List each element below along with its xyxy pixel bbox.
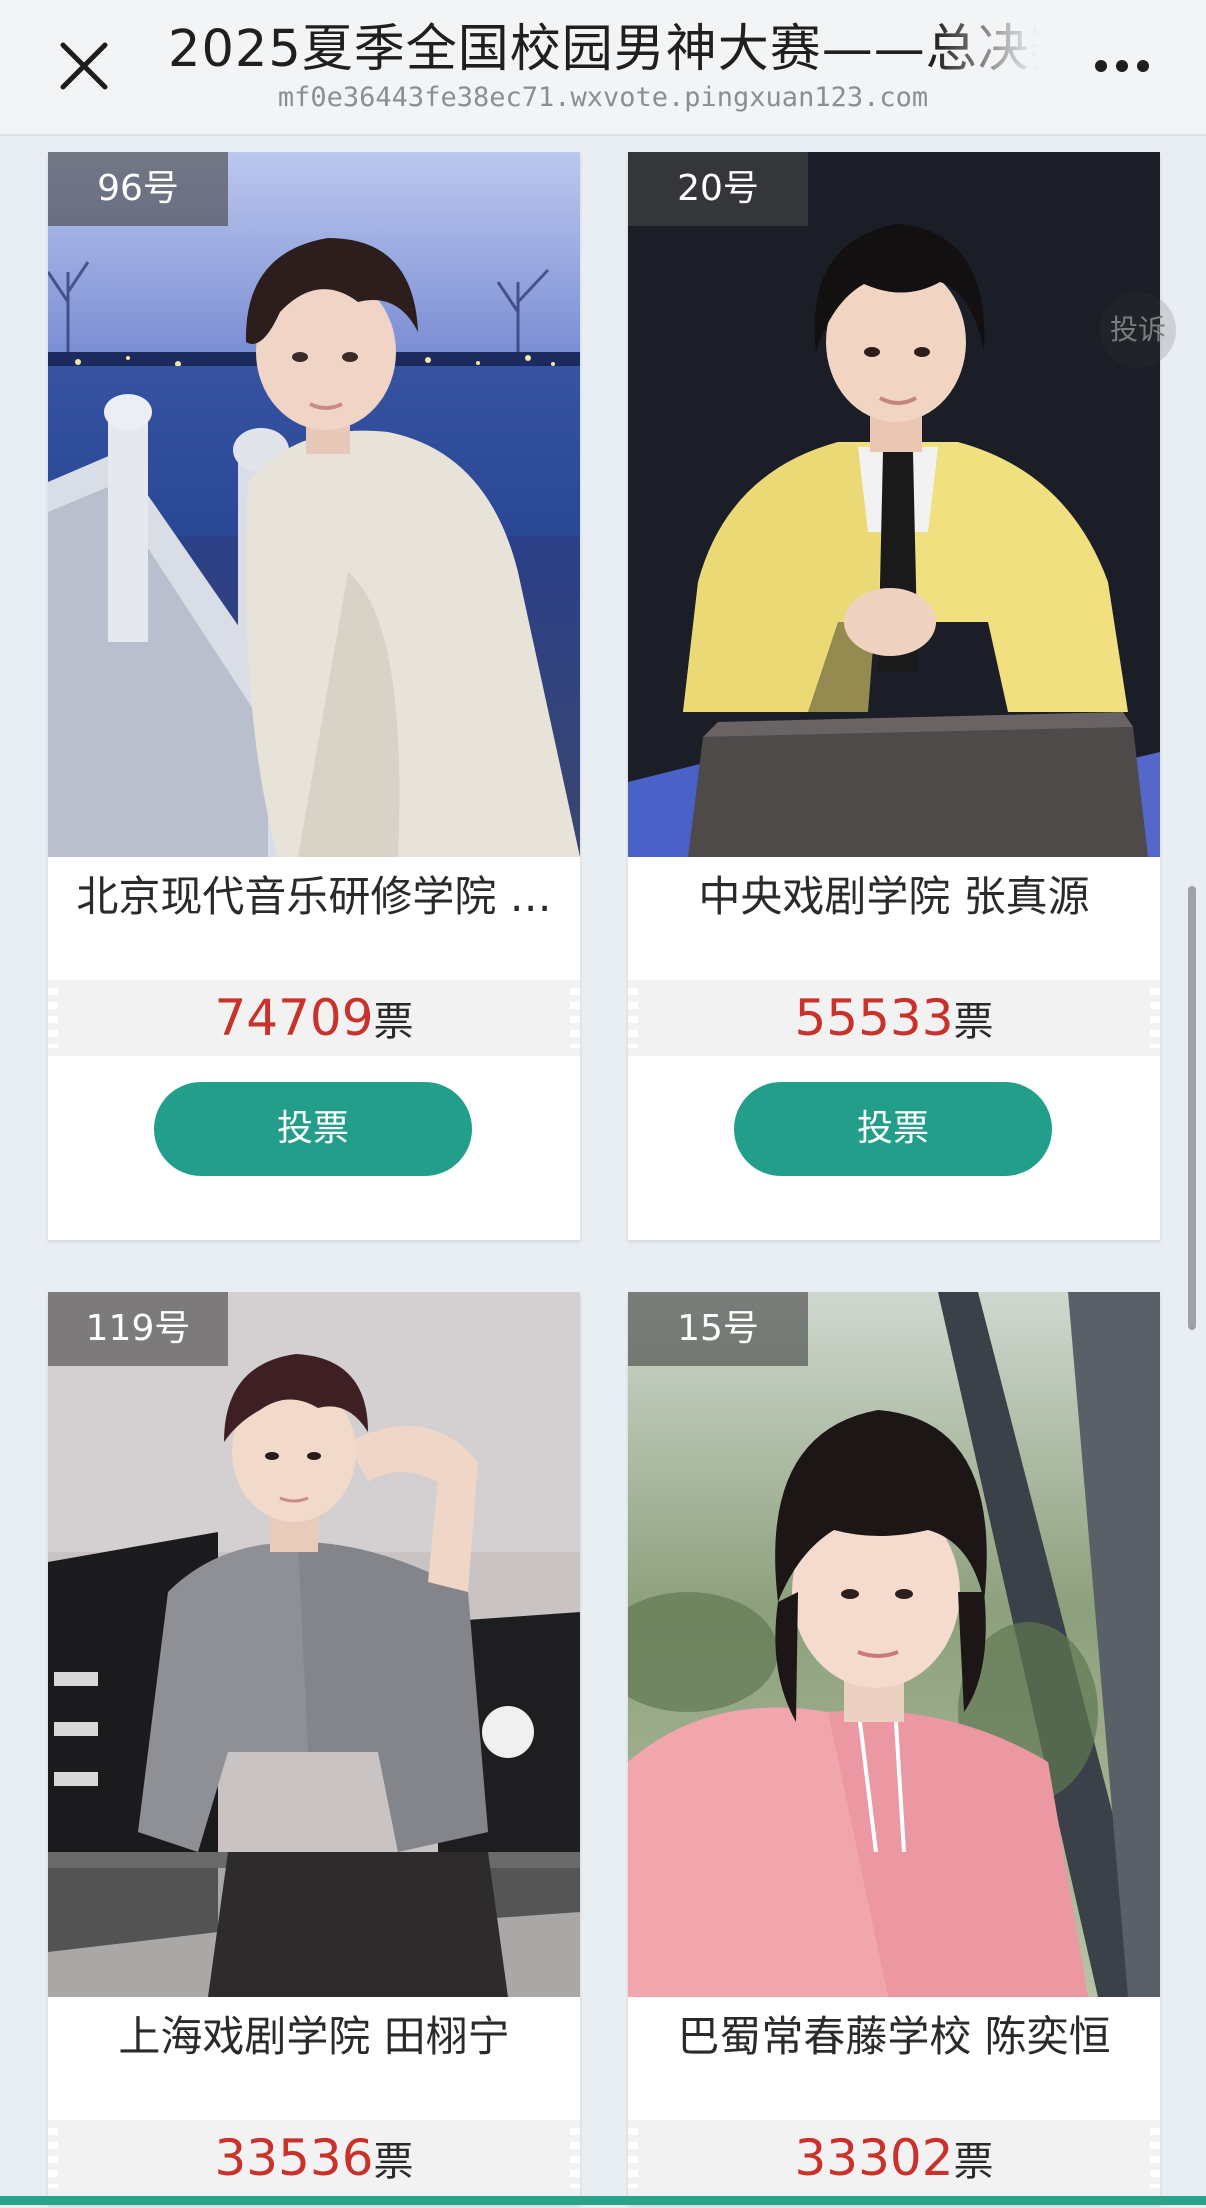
candidate-card: 15号 巴蜀常春藤学校 陈奕恒 33302票 — [628, 1292, 1160, 2205]
vote-count-strip: 33536票 — [48, 2120, 580, 2196]
vote-button[interactable]: 投票 — [734, 1082, 1052, 1176]
more-dots-icon — [1095, 60, 1149, 72]
vote-unit: 票 — [953, 999, 994, 1045]
candidate-card: 96号 北京现代音乐研修学院 … 74709票 投票 — [48, 152, 580, 1240]
vote-count: 55533 — [794, 989, 954, 1047]
vote-count-strip: 55533票 — [628, 980, 1160, 1056]
vote-count-strip: 33302票 — [628, 2120, 1160, 2196]
candidate-photo[interactable] — [628, 1292, 1160, 1997]
candidate-number-badge: 96号 — [48, 152, 228, 226]
home-indicator — [0, 2196, 1206, 2205]
vote-unit: 票 — [373, 2139, 414, 2185]
candidate-photo[interactable] — [48, 1292, 580, 1997]
scrollbar-thumb[interactable] — [1188, 886, 1196, 1330]
vote-count: 33536 — [214, 2129, 374, 2187]
candidate-name: 中央戏剧学院 张真源 — [698, 872, 1090, 921]
candidate-number-badge: 20号 — [628, 152, 808, 226]
candidate-photo[interactable] — [48, 152, 580, 857]
candidate-card: 119号 上海戏剧学院 田栩宁 33536票 — [48, 1292, 580, 2205]
page-url: mf0e36443fe38ec71.wxvote.pingxuan123.com — [277, 82, 929, 113]
more-options-button[interactable] — [1086, 34, 1158, 98]
close-icon — [60, 42, 108, 90]
candidate-photo[interactable] — [628, 152, 1160, 857]
candidate-number-badge: 119号 — [48, 1292, 228, 1366]
page-title: 2025夏季全国校园男神大赛——总决赛 — [168, 20, 1038, 79]
candidate-name: 北京现代音乐研修学院 … — [76, 872, 552, 921]
top-nav-bar: 2025夏季全国校园男神大赛——总决赛 mf0e36443fe38ec71.wx… — [0, 0, 1206, 136]
vote-button[interactable]: 投票 — [154, 1082, 472, 1176]
vote-count: 74709 — [214, 989, 374, 1047]
close-button[interactable] — [48, 30, 120, 102]
candidate-name: 上海戏剧学院 田栩宁 — [118, 2012, 510, 2061]
vote-count: 33302 — [794, 2129, 954, 2187]
candidate-number-badge: 15号 — [628, 1292, 808, 1366]
candidate-card: 20号 中央戏剧学院 张真源 55533票 投票 — [628, 152, 1160, 1240]
vote-unit: 票 — [953, 2139, 994, 2185]
vote-unit: 票 — [373, 999, 414, 1045]
candidate-name: 巴蜀常春藤学校 陈奕恒 — [677, 2012, 1111, 2061]
report-button[interactable]: 投诉 — [1100, 292, 1176, 368]
vote-count-strip: 74709票 — [48, 980, 580, 1056]
